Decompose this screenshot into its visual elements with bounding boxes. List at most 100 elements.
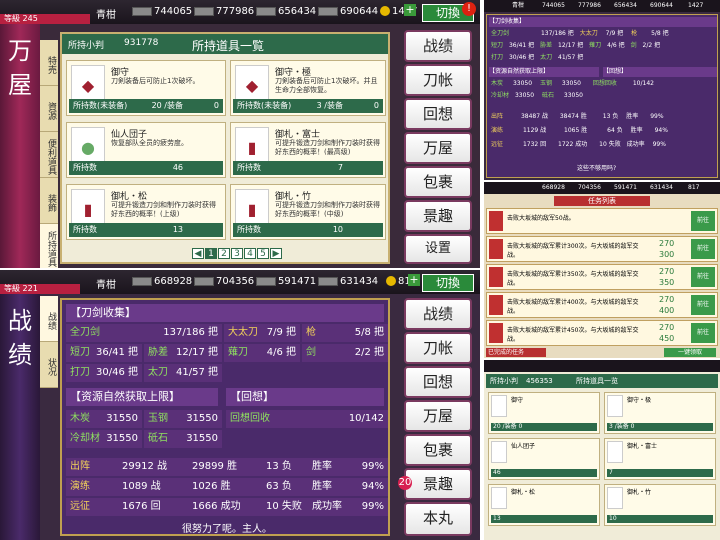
shop-button[interactable]: 万屋 bbox=[404, 132, 472, 164]
quest-go-button[interactable]: 前往 bbox=[691, 267, 715, 287]
shop-button[interactable]: 万屋 bbox=[404, 400, 472, 432]
mini-item-cell[interactable]: 御守・极 3 /装备 0 bbox=[604, 392, 716, 434]
page-prev-icon[interactable]: ◀ bbox=[192, 248, 204, 259]
mini-label: 枪 bbox=[631, 30, 638, 37]
mini-item-cell[interactable]: 御札・松 13 bbox=[488, 484, 600, 526]
quest-text: 击败大坂城的敌军累计400次。与大坂城的敌军交战。 bbox=[507, 299, 639, 315]
notice-badge: ! bbox=[462, 2, 476, 16]
mini-items-title: 所持道具一览 bbox=[576, 377, 618, 385]
tab-sale[interactable]: 特売 bbox=[40, 40, 58, 86]
sword-book-button[interactable]: 刀帐 bbox=[404, 332, 472, 364]
bag-button[interactable]: 包裹 bbox=[404, 166, 472, 198]
quest-go-button[interactable]: 前往 bbox=[691, 323, 715, 343]
stat-label: 胁差 bbox=[148, 347, 168, 358]
stats-button[interactable]: 战绩 bbox=[404, 298, 472, 330]
switch-button[interactable]: 切換 bbox=[422, 274, 474, 292]
mini-value: 41/57 把 bbox=[558, 54, 584, 61]
mini-label: 短刀 bbox=[491, 42, 504, 49]
items-panel: 青柑 744065 777986 656434 690644 1 4 2 7 + 等級… bbox=[0, 0, 480, 268]
mini-sec1: 【刀剑收集】 bbox=[489, 17, 717, 27]
item-cell-1[interactable]: ◆ 御守・極 刀剣装备后可防止1次破坏。并且生命力全部恢复。 所持数(未装备) 3… bbox=[230, 60, 386, 116]
battle-label: 演练 bbox=[70, 481, 90, 492]
stat-value: 4/6 把 bbox=[266, 347, 296, 358]
completed-quests-tab[interactable]: 已完成的任务 bbox=[486, 348, 546, 357]
mini-res-row2: 冷却材 33050 砥石 33050 bbox=[491, 91, 717, 101]
quest-row: 击败大坂城的敌军累计350次。与大坂城的敌军交战。 270 350 前往 bbox=[486, 264, 718, 290]
mini-items-header: 所持小判 456353 所持道具一览 bbox=[486, 374, 718, 388]
tab-status[interactable]: 状况 bbox=[40, 342, 58, 388]
stat-label: 木炭 bbox=[70, 413, 90, 424]
stat-label: 太刀 bbox=[148, 367, 168, 378]
res4-value: 690644 bbox=[340, 6, 379, 17]
quest-text: 击败大坂城的敌军累计350次。与大坂城的敌军交战。 bbox=[507, 271, 639, 287]
page-3[interactable]: 3 bbox=[231, 248, 243, 259]
battle-row: 演练 1089 战 1026 胜 63 负 胜率 94% bbox=[66, 478, 388, 496]
sword-book-button[interactable]: 刀帐 bbox=[404, 64, 472, 96]
add-coins-button[interactable]: + bbox=[408, 274, 420, 286]
coin-icon bbox=[380, 6, 390, 16]
tab-resources[interactable]: 資源 bbox=[40, 86, 58, 132]
level-bar: 等級 245 bbox=[0, 14, 90, 24]
battle-e: 99% bbox=[361, 461, 384, 472]
mini-item-cell[interactable]: 御守 20 /装备 0 bbox=[488, 392, 600, 434]
battle-b: 1026 胜 bbox=[192, 481, 231, 492]
quest-progress: 270 bbox=[659, 239, 675, 248]
scenery-button[interactable]: 景趣 bbox=[404, 200, 472, 232]
page-next-icon[interactable]: ▶ bbox=[270, 248, 282, 259]
quest-text: 击败大坂城的敌军累计450次。与大坂城的敌军交战。 bbox=[507, 327, 639, 343]
item-desc: 可提升锻造刀剑和制作刀装时获得好东西的概率！(中级) bbox=[275, 201, 380, 218]
recall-button[interactable]: 回想 bbox=[404, 98, 472, 130]
item-cell-2[interactable]: ● 仙人団子 恢复部队全员的疲劳度。 所持数 46 bbox=[66, 122, 226, 178]
stat-value: 30/46 把 bbox=[96, 367, 138, 378]
stat-value: 12/17 把 bbox=[176, 347, 218, 358]
item-cell-0[interactable]: ◆ 御守 刀剣装备后可防止1次破坏。 所持数(未装备) 20 /装备 0 bbox=[66, 60, 226, 116]
mini-dumpling-icon bbox=[491, 441, 507, 463]
page-4[interactable]: 4 bbox=[244, 248, 256, 259]
scenery-button[interactable]: 景趣 bbox=[404, 468, 472, 500]
item-cell-3[interactable]: ▮ 御札・富士 可提升锻造刀剑和制作刀装时获得好东西的概率！(最高级) 所持数 7 bbox=[230, 122, 386, 178]
quest-go-button[interactable]: 前往 bbox=[691, 239, 715, 259]
item-equipped: 0 bbox=[373, 101, 379, 110]
stat-row: 枪 5/8 把 bbox=[302, 324, 388, 342]
item-cell-4[interactable]: ▮ 御札・松 可提升锻造刀剑和制作刀装时获得好东西的概率！(上级) 所持数 13 bbox=[66, 184, 226, 240]
quest-go-button[interactable]: 前往 bbox=[691, 211, 715, 231]
stat-row: 大太刀 7/9 把 bbox=[224, 324, 300, 342]
left-title-banner: 战绩 bbox=[0, 294, 40, 540]
item-cell-5[interactable]: ▮ 御札・竹 可提升锻造刀剑和制作刀装时获得好东西的概率！(中级) 所持数 10 bbox=[230, 184, 386, 240]
recall-button[interactable]: 回想 bbox=[404, 366, 472, 398]
tab-decor[interactable]: 装飾 bbox=[40, 178, 58, 224]
settings-button[interactable]: 设置 bbox=[404, 234, 472, 264]
mini-talisman-icon bbox=[491, 487, 507, 509]
bag-button[interactable]: 包裹 bbox=[404, 434, 472, 466]
res3-value: 656434 bbox=[278, 6, 317, 17]
tab-stats[interactable]: 战绩 bbox=[40, 296, 58, 342]
mini-item-cell[interactable]: 仙人团子 46 bbox=[488, 438, 600, 480]
item-count: 10 bbox=[332, 225, 343, 234]
claim-all-button[interactable]: 一键领取 bbox=[664, 348, 716, 357]
stat-row: 薙刀 4/6 把 bbox=[224, 344, 300, 362]
quest-go-button[interactable]: 前往 bbox=[691, 295, 715, 315]
mini-charm-icon bbox=[491, 395, 507, 417]
page-2[interactable]: 2 bbox=[218, 248, 230, 259]
page-1[interactable]: 1 bbox=[205, 248, 217, 259]
tab-tools[interactable]: 便利道具 bbox=[40, 132, 58, 178]
tab-owned-items[interactable]: 所持道具 bbox=[40, 224, 58, 268]
items-sidetabs: 特売 資源 便利道具 装飾 所持道具 bbox=[40, 40, 58, 268]
quest-target: 400 bbox=[659, 306, 675, 315]
item-desc: 刀剣装备后可防止1次破坏。 bbox=[111, 77, 200, 85]
mini-topbar bbox=[484, 360, 720, 372]
mini-value: 10/142 bbox=[632, 80, 654, 87]
battle-label: 出阵 bbox=[70, 461, 90, 472]
stat-row: 短刀 36/41 把 bbox=[66, 344, 142, 362]
mini-item-cell[interactable]: 御札・竹 10 bbox=[604, 484, 716, 526]
stats-button[interactable]: 战绩 bbox=[404, 30, 472, 62]
mini-charm-icon bbox=[607, 395, 623, 417]
home-button[interactable]: 本丸 bbox=[404, 502, 472, 536]
page-5[interactable]: 5 bbox=[257, 248, 269, 259]
add-coins-button[interactable]: + bbox=[404, 4, 416, 16]
mini-item-name: 御守 bbox=[511, 397, 524, 404]
mini-value: 13 负 bbox=[602, 113, 619, 120]
mini-sword-row2: 短刀 36/41 把 胁差 12/17 把 薙刀 4/6 把 剑 2/2 把 bbox=[491, 41, 717, 51]
mini-item-cell[interactable]: 御札・富士 7 bbox=[604, 438, 716, 480]
mini-stats-box: 【刀剑收集】 全刀剑 137/186 把 大太刀 7/9 把 枪 5/8 把 短… bbox=[486, 14, 718, 178]
